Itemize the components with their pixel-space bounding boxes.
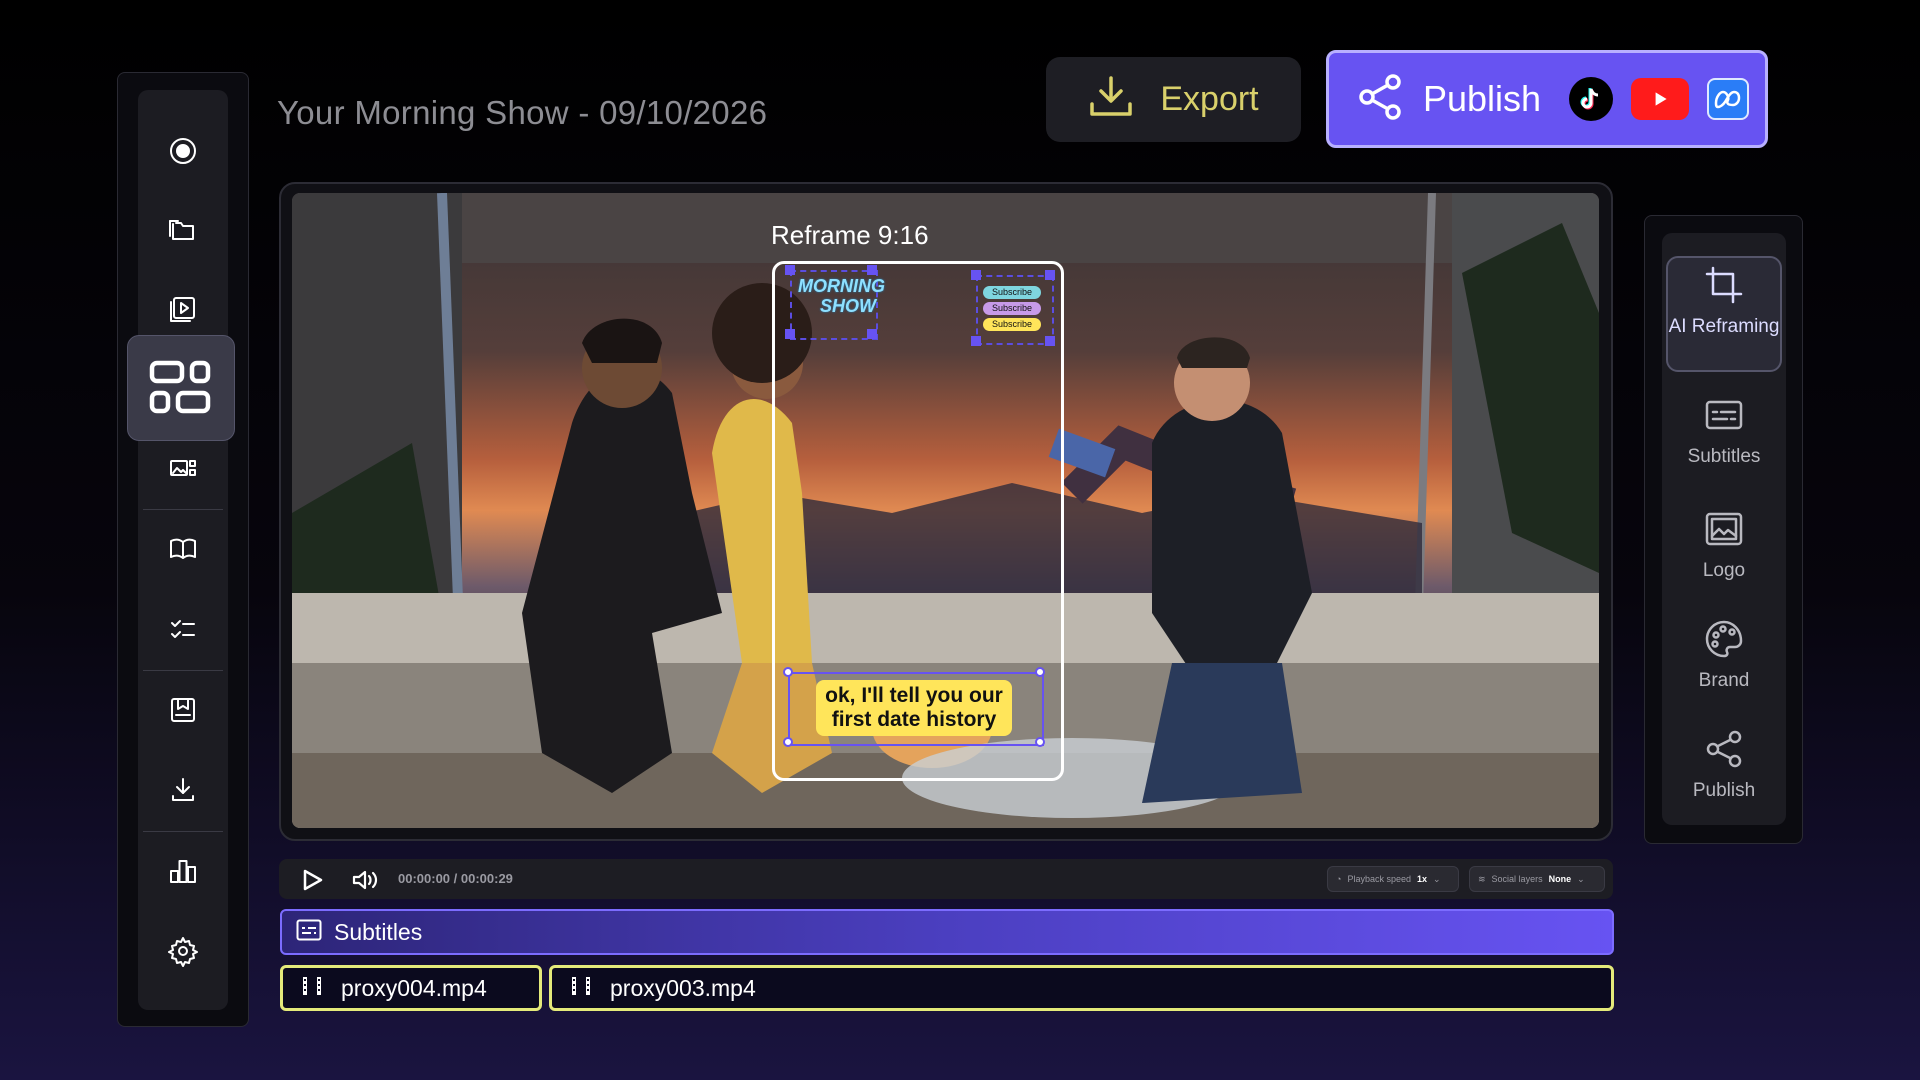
ai-reframing-label: AI Reframing bbox=[1668, 316, 1780, 337]
brand-label: Brand bbox=[1698, 670, 1750, 691]
subtitles-track-label: Subtitles bbox=[334, 918, 423, 945]
export-label: Export bbox=[1160, 80, 1259, 118]
resize-handle[interactable] bbox=[1045, 270, 1055, 280]
subscribe-pill: Subscribe bbox=[983, 286, 1041, 299]
settings-icon[interactable] bbox=[138, 921, 228, 981]
subtitles-icon bbox=[296, 919, 322, 946]
layout-grid-icon[interactable] bbox=[127, 335, 235, 441]
share-icon bbox=[1703, 728, 1745, 775]
publish-tool-label: Publish bbox=[1692, 780, 1756, 801]
volume-icon[interactable] bbox=[351, 868, 379, 892]
export-button[interactable]: Export bbox=[1046, 57, 1301, 142]
clip-name: proxy004.mp4 bbox=[341, 974, 487, 1001]
speedometer-icon: ◔ bbox=[1336, 874, 1342, 884]
caption-text[interactable]: ok, I'll tell you our first date history bbox=[816, 680, 1012, 736]
video-clip[interactable]: proxy003.mp4 bbox=[549, 965, 1614, 1011]
reframe-label: Reframe 9:16 bbox=[771, 220, 929, 250]
resize-handle[interactable] bbox=[785, 329, 795, 339]
film-icon bbox=[570, 975, 592, 1002]
logo-label: Logo bbox=[1702, 560, 1746, 581]
publish-label: Publish bbox=[1423, 78, 1542, 119]
project-title: Your Morning Show - 09/10/2026 bbox=[277, 94, 768, 131]
subtitles-track[interactable]: Subtitles bbox=[280, 909, 1614, 955]
resize-handle[interactable] bbox=[785, 265, 795, 275]
show-logo: MORNING SHOW bbox=[798, 276, 885, 316]
tiktok-icon bbox=[1569, 77, 1614, 121]
playback-speed-dropdown[interactable]: ◔ Playback speed 1x ⌄ bbox=[1327, 866, 1459, 892]
publish-button[interactable]: Publish bbox=[1326, 50, 1768, 148]
subscribe-pill: Subscribe bbox=[983, 318, 1041, 331]
resize-handle[interactable] bbox=[783, 667, 793, 677]
meta-icon bbox=[1707, 78, 1750, 120]
chevron-down-icon: ⌄ bbox=[1433, 873, 1441, 884]
share-icon bbox=[1355, 72, 1405, 127]
brand-tool[interactable]: Brand bbox=[1662, 618, 1786, 691]
playback-speed-value: 1x bbox=[1416, 874, 1427, 884]
film-icon bbox=[301, 975, 323, 1002]
play-icon[interactable] bbox=[300, 868, 324, 892]
resize-handle[interactable] bbox=[971, 336, 981, 346]
resize-handle[interactable] bbox=[1045, 336, 1055, 346]
video-library-icon[interactable] bbox=[138, 279, 228, 339]
image-icon bbox=[1703, 508, 1745, 555]
logo-tool[interactable]: Logo bbox=[1662, 508, 1786, 581]
playback-speed-label: Playback speed bbox=[1347, 874, 1411, 884]
bookmark-icon[interactable] bbox=[138, 680, 228, 740]
book-icon[interactable] bbox=[138, 519, 228, 579]
resize-handle[interactable] bbox=[971, 270, 981, 280]
analytics-icon[interactable] bbox=[138, 841, 228, 901]
palette-icon bbox=[1703, 618, 1745, 665]
folders-icon[interactable] bbox=[138, 200, 228, 260]
publish-tool[interactable]: Publish bbox=[1662, 728, 1786, 801]
resize-handle[interactable] bbox=[1035, 667, 1045, 677]
social-layers-value: None bbox=[1548, 874, 1572, 884]
resize-handle[interactable] bbox=[783, 737, 793, 747]
sidebar-divider bbox=[143, 509, 223, 510]
sidebar-divider bbox=[143, 670, 223, 671]
record-icon[interactable] bbox=[138, 121, 228, 181]
social-layers-dropdown[interactable]: ≋ Social layers None ⌄ bbox=[1469, 866, 1605, 892]
sidebar-divider bbox=[143, 831, 223, 832]
layers-icon: ≋ bbox=[1478, 873, 1486, 884]
checklist-icon[interactable] bbox=[138, 599, 228, 659]
social-layers-label: Social layers bbox=[1491, 874, 1543, 884]
download-icon bbox=[1088, 74, 1134, 125]
subtitles-tool[interactable]: Subtitles bbox=[1662, 394, 1786, 467]
clip-name: proxy003.mp4 bbox=[610, 974, 756, 1001]
chevron-down-icon: ⌄ bbox=[1577, 873, 1585, 884]
youtube-icon bbox=[1631, 78, 1690, 120]
resize-handle[interactable] bbox=[867, 329, 877, 339]
crop-icon bbox=[1703, 264, 1745, 311]
ai-reframing-tool[interactable]: AI Reframing bbox=[1662, 264, 1786, 337]
subtitles-icon bbox=[1703, 394, 1745, 441]
subscribe-pill: Subscribe bbox=[983, 302, 1041, 315]
resize-handle[interactable] bbox=[867, 265, 877, 275]
media-gallery-icon[interactable] bbox=[138, 439, 228, 499]
subtitles-label: Subtitles bbox=[1687, 446, 1761, 467]
timecode: 00:00:00 / 00:00:29 bbox=[398, 871, 513, 886]
download-icon[interactable] bbox=[138, 760, 228, 820]
resize-handle[interactable] bbox=[1035, 737, 1045, 747]
video-clip[interactable]: proxy004.mp4 bbox=[280, 965, 542, 1011]
